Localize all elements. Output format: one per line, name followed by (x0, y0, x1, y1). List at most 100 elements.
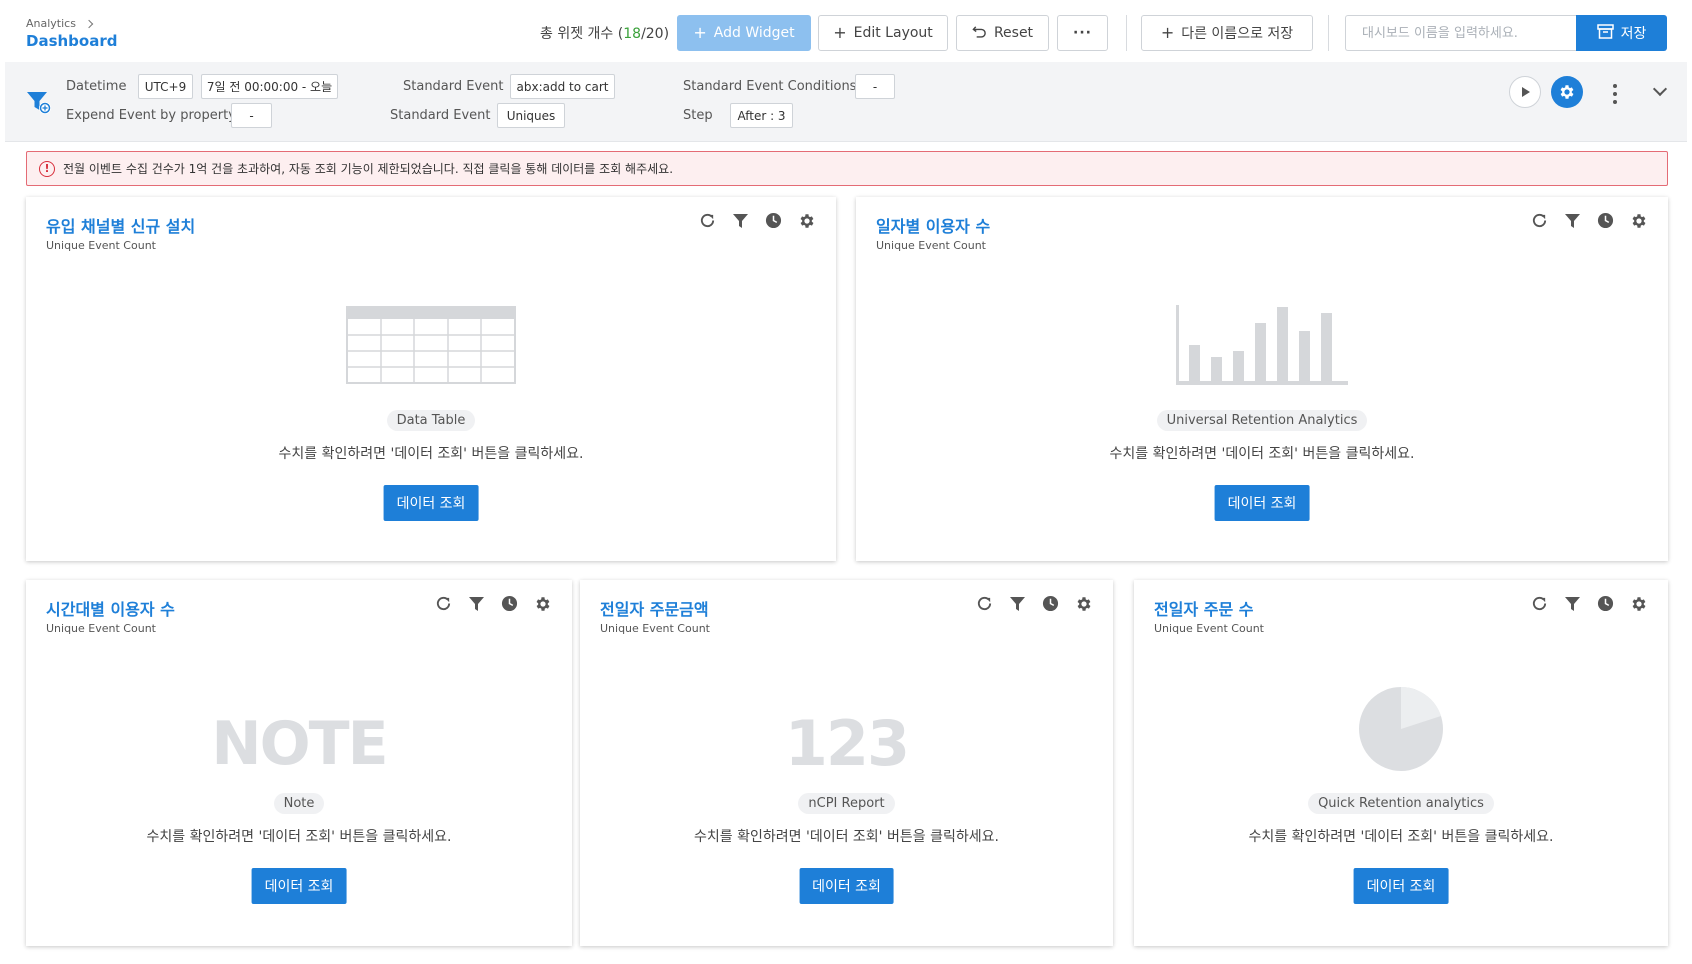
gear-icon[interactable] (1629, 211, 1648, 230)
clock-icon[interactable] (1596, 594, 1615, 613)
filter-settings-button[interactable] (1551, 76, 1583, 108)
widget-toolbar (1530, 594, 1648, 613)
widget-title[interactable]: 유입 채널별 신규 설치 (46, 213, 195, 237)
widget-message: 수치를 확인하려면 '데이터 조회' 버튼을 클릭하세요. (1109, 446, 1415, 462)
widget-card: 일자별 이용자 수 Unique Event Count Universal R… (856, 197, 1668, 561)
query-data-button[interactable]: 데이터 조회 (1353, 868, 1449, 904)
bar-chart-placeholder-graphic (856, 305, 1668, 385)
widget-card: 전일자 주문금액 Unique Event Count 123 nCPI Rep… (580, 580, 1113, 946)
number-placeholder-text: 123 (784, 707, 910, 780)
filter-icon[interactable] (1008, 594, 1027, 613)
widget-title[interactable]: 전일자 주문금액 (600, 596, 709, 620)
play-icon (1522, 87, 1530, 97)
filter-icon[interactable] (1563, 211, 1582, 230)
timezone-chip[interactable]: UTC+9 (138, 74, 193, 99)
widget-toolbar (698, 211, 816, 230)
gear-icon[interactable] (797, 211, 816, 230)
standard-event2-chip[interactable]: Uniques (497, 103, 565, 128)
alert-message: 전월 이벤트 수집 건수가 1억 건을 초과하여, 자동 조회 기능이 제한되었… (63, 162, 674, 176)
edit-layout-label: Edit Layout (853, 25, 933, 41)
reset-button[interactable]: Reset (956, 15, 1049, 51)
widget-toolbar (434, 594, 552, 613)
table-placeholder-graphic (26, 306, 836, 384)
query-data-button[interactable]: 데이터 조회 (799, 868, 894, 904)
gear-icon[interactable] (1074, 594, 1093, 613)
filter-funnel-icon[interactable] (25, 88, 55, 118)
save-as-button[interactable]: + 다른 이름으로 저장 (1141, 15, 1313, 51)
query-data-button[interactable]: 데이터 조회 (1214, 485, 1310, 521)
expend-event-label: Expend Event by property (66, 108, 236, 123)
step-chip[interactable]: After : 3 (730, 103, 793, 128)
widget-message: 수치를 확인하려면 '데이터 조회' 버튼을 클릭하세요. (278, 446, 584, 462)
plus-icon: + (693, 23, 707, 42)
clock-icon[interactable] (764, 211, 783, 230)
number-placeholder-graphic: 123 (580, 713, 1113, 775)
save-as-label: 다른 이름으로 저장 (1181, 26, 1294, 42)
widget-title[interactable]: 시간대별 이용자 수 (46, 596, 175, 620)
widget-count: 총 위젯 개수 (18/20) (540, 26, 670, 42)
undo-icon (972, 24, 987, 43)
widget-type-badge: Data Table (26, 410, 836, 431)
chevron-down-icon[interactable] (1653, 84, 1667, 98)
add-widget-label: Add Widget (713, 25, 795, 41)
standard-event2-label: Standard Event (390, 108, 491, 123)
widget-type-badge: nCPI Report (580, 793, 1113, 814)
widget-message: 수치를 확인하려면 '데이터 조회' 버튼을 클릭하세요. (146, 829, 452, 845)
refresh-icon[interactable] (1530, 594, 1549, 613)
edit-layout-button[interactable]: + Edit Layout (818, 15, 948, 51)
dashboard-name-input[interactable] (1345, 15, 1577, 51)
widget-type-badge: Note (26, 793, 572, 814)
refresh-icon[interactable] (434, 594, 453, 613)
archive-icon (1596, 23, 1614, 43)
more-options-button[interactable]: ··· (1057, 15, 1108, 51)
clock-icon[interactable] (1596, 211, 1615, 230)
standard-event-chip[interactable]: abx:add to cart (510, 74, 615, 99)
widget-count-used: 18 (623, 26, 642, 42)
filter-icon[interactable] (731, 211, 750, 230)
refresh-icon[interactable] (1530, 211, 1549, 230)
save-button[interactable]: 저장 (1576, 15, 1667, 51)
widget-title[interactable]: 일자별 이용자 수 (876, 213, 990, 237)
widget-type-label: nCPI Report (798, 793, 895, 814)
query-data-button[interactable]: 데이터 조회 (383, 485, 479, 521)
filter-icon[interactable] (467, 594, 486, 613)
widget-type-label: Data Table (386, 410, 476, 431)
kebab-menu-icon[interactable] (1608, 84, 1622, 104)
refresh-icon[interactable] (698, 211, 717, 230)
reset-label: Reset (993, 25, 1034, 41)
conditions-chip[interactable]: - (855, 74, 895, 99)
widget-card: 시간대별 이용자 수 Unique Event Count NOTE Note … (26, 580, 572, 946)
widget-message: 수치를 확인하려면 '데이터 조회' 버튼을 클릭하세요. (1248, 829, 1554, 845)
widget-subtitle: Unique Event Count (876, 239, 986, 252)
widget-type-badge: Quick Retention analytics (1134, 793, 1668, 814)
refresh-icon[interactable] (975, 594, 994, 613)
page-title: Dashboard (26, 32, 118, 50)
widget-toolbar (975, 594, 1093, 613)
gear-icon[interactable] (1629, 594, 1648, 613)
gear-icon (1560, 85, 1574, 99)
query-data-button[interactable]: 데이터 조회 (251, 868, 347, 904)
widget-message: 수치를 확인하려면 '데이터 조회' 버튼을 클릭하세요. (694, 829, 999, 845)
pie-chart-placeholder-graphic (1134, 686, 1668, 772)
conditions-label: Standard Event Conditions (683, 79, 857, 94)
breadcrumb-analytics[interactable]: Analytics (26, 17, 76, 30)
filter-icon[interactable] (1563, 594, 1582, 613)
add-widget-button[interactable]: + Add Widget (677, 15, 811, 51)
alert-banner: ! 전월 이벤트 수집 건수가 1억 건을 초과하여, 자동 조회 기능이 제한… (26, 151, 1668, 186)
widget-subtitle: Unique Event Count (46, 239, 156, 252)
date-range-chip[interactable]: 7일 전 00:00:00 - 오늘 (201, 74, 338, 99)
breadcrumb[interactable]: Analytics (26, 17, 94, 30)
top-header: Analytics Dashboard 총 위젯 개수 (18/20) + Ad… (0, 0, 1692, 62)
divider (1328, 15, 1329, 51)
clock-icon[interactable] (1041, 594, 1060, 613)
clock-icon[interactable] (500, 594, 519, 613)
play-button[interactable] (1509, 76, 1541, 108)
widget-card: 유입 채널별 신규 설치 Unique Event Count Data Tab… (26, 197, 836, 561)
expend-event-chip[interactable]: - (231, 103, 272, 128)
widget-title[interactable]: 전일자 주문 수 (1154, 596, 1253, 620)
divider (1126, 15, 1127, 51)
widget-toolbar (1530, 211, 1648, 230)
widget-type-label: Note (273, 793, 325, 814)
gear-icon[interactable] (533, 594, 552, 613)
widget-card: 전일자 주문 수 Unique Event Count Quick Retent… (1134, 580, 1668, 946)
